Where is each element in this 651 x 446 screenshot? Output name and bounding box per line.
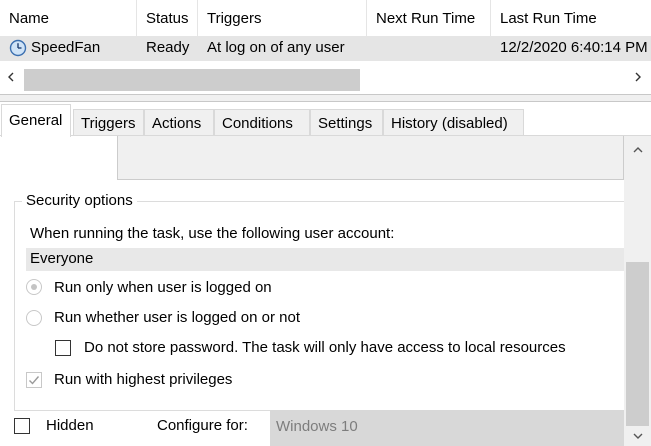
tab-history[interactable]: History (disabled) xyxy=(383,109,524,136)
task-status: Ready xyxy=(146,39,190,56)
column-header-triggers[interactable]: Triggers xyxy=(198,0,367,36)
checkbox-do-not-store-password[interactable] xyxy=(55,340,71,356)
checkbox-highest-privileges[interactable] xyxy=(26,372,42,388)
tab-general[interactable]: General xyxy=(1,104,71,137)
chevron-down-icon[interactable] xyxy=(624,426,651,446)
chevron-up-icon[interactable] xyxy=(624,140,651,160)
horizontal-scrollbar[interactable] xyxy=(0,63,651,91)
checkbox-hidden[interactable] xyxy=(14,418,30,434)
column-header-name[interactable]: Name xyxy=(0,0,137,36)
radio-run-only-logged-on-label: Run only when user is logged on xyxy=(54,279,272,296)
configure-for-select[interactable]: Windows 10 xyxy=(270,410,624,446)
tab-actions[interactable]: Actions xyxy=(144,109,214,136)
checkbox-hidden-label: Hidden xyxy=(46,417,94,434)
column-header-next-run-time[interactable]: Next Run Time xyxy=(367,0,491,36)
task-last-run-time: 12/2/2020 6:40:14 PM xyxy=(500,39,648,56)
pane-splitter[interactable] xyxy=(0,94,651,102)
horizontal-scroll-thumb[interactable] xyxy=(24,69,360,91)
configure-for-value: Windows 10 xyxy=(276,418,358,435)
radio-run-whether-logged-on-label: Run whether user is logged on or not xyxy=(54,309,300,326)
task-next-run-time xyxy=(367,36,491,61)
account-prompt: When running the task, use the following… xyxy=(30,225,395,242)
task-triggers: At log on of any user xyxy=(207,39,345,56)
configure-for-label: Configure for: xyxy=(157,417,248,434)
chevron-right-icon[interactable] xyxy=(627,63,649,91)
task-row[interactable]: SpeedFan Ready At log on of any user 12/… xyxy=(0,36,651,61)
radio-run-only-logged-on[interactable] xyxy=(26,279,42,295)
user-account-field: Everyone xyxy=(26,248,624,271)
vertical-scrollbar[interactable] xyxy=(624,136,651,446)
security-options-title: Security options xyxy=(22,192,137,209)
checkbox-do-not-store-password-label: Do not store password. The task will onl… xyxy=(84,339,566,356)
column-header-last-run-time[interactable]: Last Run Time xyxy=(491,0,651,36)
task-name: SpeedFan xyxy=(31,39,101,56)
column-header-status[interactable]: Status xyxy=(137,0,198,36)
task-list-header: Name Status Triggers Next Run Time Last … xyxy=(0,0,651,37)
radio-run-whether-logged-on[interactable] xyxy=(26,310,42,326)
chevron-left-icon[interactable] xyxy=(0,63,22,91)
checkbox-highest-privileges-label: Run with highest privileges xyxy=(54,371,233,388)
check-mark-icon xyxy=(29,376,40,385)
tab-conditions[interactable]: Conditions xyxy=(214,109,310,136)
description-field[interactable] xyxy=(117,136,624,180)
tab-settings[interactable]: Settings xyxy=(310,109,383,136)
user-account-value: Everyone xyxy=(30,250,94,267)
tab-triggers[interactable]: Triggers xyxy=(73,109,144,136)
vertical-scroll-thumb[interactable] xyxy=(626,262,649,426)
tab-strip: General Triggers Actions Conditions Sett… xyxy=(0,103,651,137)
